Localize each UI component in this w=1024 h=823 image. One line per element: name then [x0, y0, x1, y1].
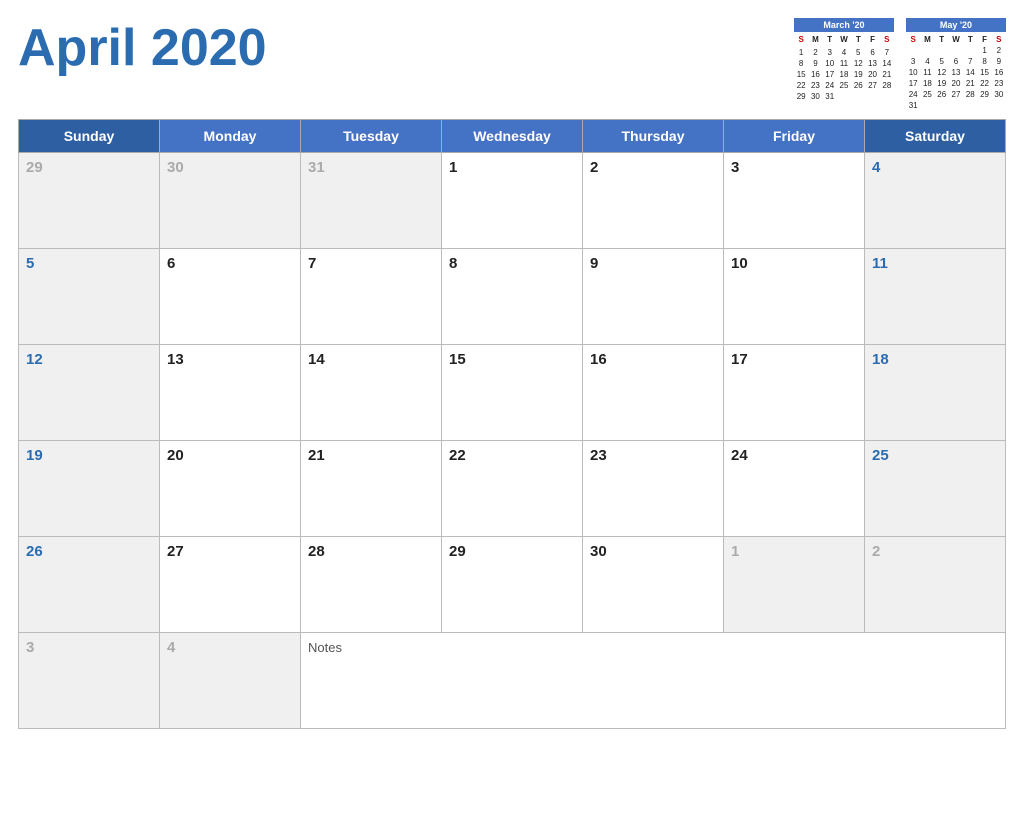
day-number: 21 [308, 447, 325, 464]
day-number: 1 [731, 543, 739, 560]
day-number: 3 [731, 159, 739, 176]
weekday-header-friday: Friday [724, 120, 865, 153]
day-number: 29 [26, 159, 43, 176]
notes-cell[interactable]: Notes [301, 633, 1006, 729]
day-number: 24 [731, 447, 748, 464]
day-number: 8 [449, 255, 457, 272]
calendar-day[interactable]: 28 [301, 537, 442, 633]
day-number: 10 [731, 255, 748, 272]
day-number: 1 [449, 159, 457, 176]
calendar-day[interactable]: 9 [583, 249, 724, 345]
day-number: 2 [590, 159, 598, 176]
page-title: April 2020 [18, 18, 267, 74]
calendar-day[interactable]: 30 [583, 537, 724, 633]
day-number: 29 [449, 543, 466, 560]
day-number: 12 [26, 351, 43, 368]
day-number: 4 [167, 639, 175, 656]
calendar-day[interactable]: 12 [19, 345, 160, 441]
day-number: 20 [167, 447, 184, 464]
weekday-header-monday: Monday [160, 120, 301, 153]
calendar-day[interactable]: 11 [865, 249, 1006, 345]
day-number: 15 [449, 351, 466, 368]
day-number: 30 [590, 543, 607, 560]
mini-cal-march: March '20 SMTWTFS 1234567891011121314151… [794, 18, 894, 111]
calendar-day[interactable]: 20 [160, 441, 301, 537]
day-number: 11 [872, 255, 888, 272]
calendar-day[interactable]: 16 [583, 345, 724, 441]
day-number: 13 [167, 351, 184, 368]
calendar-day[interactable]: 18 [865, 345, 1006, 441]
day-number: 16 [590, 351, 607, 368]
day-number: 22 [449, 447, 466, 464]
notes-row: 3 4 Notes [19, 633, 1006, 729]
weekday-header-saturday: Saturday [865, 120, 1006, 153]
day-number: 6 [167, 255, 175, 272]
day-number: 19 [26, 447, 43, 464]
calendar-day[interactable]: 26 [19, 537, 160, 633]
day-number: 5 [26, 255, 34, 272]
calendar-day[interactable]: 29 [442, 537, 583, 633]
day-number: 3 [26, 639, 34, 656]
calendar-day[interactable]: 2 [865, 537, 1006, 633]
calendar-day[interactable]: 5 [19, 249, 160, 345]
weekday-header-tuesday: Tuesday [301, 120, 442, 153]
day-number: 23 [590, 447, 607, 464]
calendar-week-1: 29 30 31 1 2 3 4 [19, 153, 1006, 249]
calendar-week-3: 12 13 14 15 16 17 18 [19, 345, 1006, 441]
calendar-day[interactable]: 19 [19, 441, 160, 537]
calendar-day[interactable]: 17 [724, 345, 865, 441]
mini-cal-march-header: March '20 [794, 18, 894, 32]
day-number: 31 [308, 159, 325, 176]
calendar-day: 4 [160, 633, 301, 729]
calendar-day[interactable]: 1 [442, 153, 583, 249]
calendar-day[interactable]: 21 [301, 441, 442, 537]
mini-cal-may: May '20 SMTWTFS 123456789101112131415161… [906, 18, 1006, 111]
day-number: 30 [167, 159, 184, 176]
day-number: 26 [26, 543, 43, 560]
calendar-day[interactable]: 31 [301, 153, 442, 249]
calendar-day[interactable]: 7 [301, 249, 442, 345]
calendar-day[interactable]: 13 [160, 345, 301, 441]
calendar-day[interactable]: 25 [865, 441, 1006, 537]
calendar-day[interactable]: 27 [160, 537, 301, 633]
calendar-day[interactable]: 15 [442, 345, 583, 441]
calendar-day[interactable]: 23 [583, 441, 724, 537]
calendar-day[interactable]: 1 [724, 537, 865, 633]
mini-calendars: March '20 SMTWTFS 1234567891011121314151… [794, 18, 1006, 111]
mini-cal-may-header: May '20 [906, 18, 1006, 32]
weekday-header-wednesday: Wednesday [442, 120, 583, 153]
day-number: 18 [872, 351, 889, 368]
day-number: 9 [590, 255, 598, 272]
calendar-week-2: 5 6 7 8 9 10 11 [19, 249, 1006, 345]
day-number: 27 [167, 543, 184, 560]
calendar-week-4: 19 20 21 22 23 24 25 [19, 441, 1006, 537]
calendar-day[interactable]: 3 [724, 153, 865, 249]
calendar-day[interactable]: 24 [724, 441, 865, 537]
calendar-day[interactable]: 6 [160, 249, 301, 345]
calendar-table: SundayMondayTuesdayWednesdayThursdayFrid… [18, 119, 1006, 729]
day-number: 4 [872, 159, 880, 176]
weekday-header-sunday: Sunday [19, 120, 160, 153]
day-number: 17 [731, 351, 748, 368]
calendar-day[interactable]: 10 [724, 249, 865, 345]
day-number: 25 [872, 447, 889, 464]
notes-label: Notes [308, 640, 342, 655]
calendar-day[interactable]: 2 [583, 153, 724, 249]
calendar-day[interactable]: 29 [19, 153, 160, 249]
weekday-header-thursday: Thursday [583, 120, 724, 153]
top-area: April 2020 March '20 SMTWTFS 12345678910… [18, 18, 1006, 111]
day-number: 7 [308, 255, 316, 272]
day-number: 2 [872, 543, 880, 560]
calendar-day[interactable]: 8 [442, 249, 583, 345]
calendar-day: 3 [19, 633, 160, 729]
calendar-week-5: 26 27 28 29 30 1 2 [19, 537, 1006, 633]
calendar-day[interactable]: 4 [865, 153, 1006, 249]
calendar-day[interactable]: 14 [301, 345, 442, 441]
day-number: 28 [308, 543, 325, 560]
calendar-day[interactable]: 30 [160, 153, 301, 249]
calendar-day[interactable]: 22 [442, 441, 583, 537]
day-number: 14 [308, 351, 325, 368]
